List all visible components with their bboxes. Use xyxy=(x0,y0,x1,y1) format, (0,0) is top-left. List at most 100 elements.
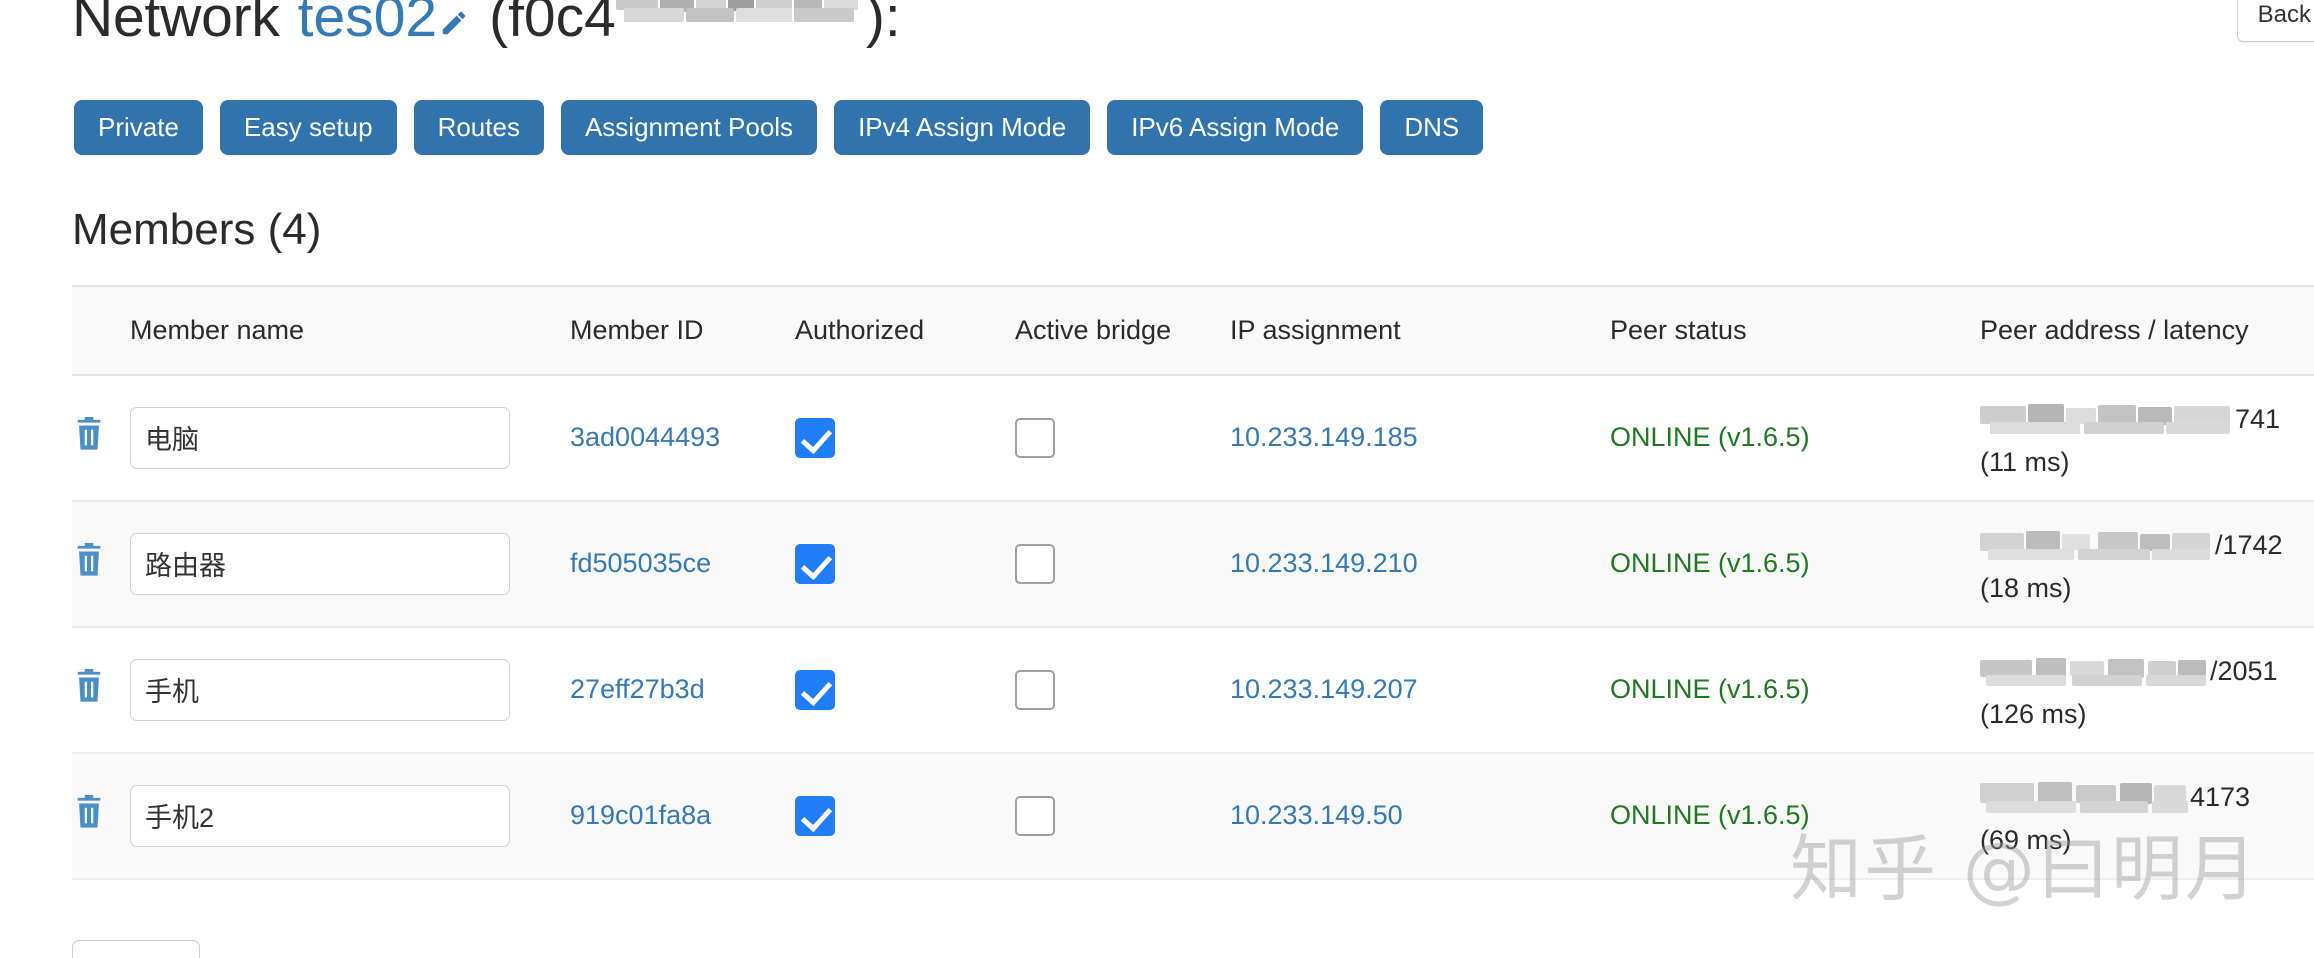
peer-latency: (69 ms) xyxy=(1980,825,2072,856)
page-title: Network tes02 ( f0c4 ): xyxy=(72,0,901,50)
ip-assignment-link[interactable]: 10.233.149.185 xyxy=(1230,422,1418,452)
column-header-authorized: Authorized xyxy=(795,285,1015,376)
table-row: 27eff27b3d 10.233.149.207 ONLINE (v1.6.5… xyxy=(72,626,2314,754)
cell-delete xyxy=(72,752,130,880)
cell-authorized xyxy=(795,752,1015,880)
peer-address-redacted xyxy=(1980,402,2235,436)
cell-authorized xyxy=(795,374,1015,502)
cell-active-bridge xyxy=(1015,500,1230,628)
cell-active-bridge xyxy=(1015,752,1230,880)
member-name-input[interactable] xyxy=(130,406,510,469)
cell-peer-address: 741 (11 ms) xyxy=(1980,374,2314,502)
member-id-link[interactable]: 3ad0044493 xyxy=(570,422,720,452)
peer-latency: (11 ms) xyxy=(1980,447,2070,478)
cell-peer-status: ONLINE (v1.6.5) xyxy=(1610,752,1980,880)
tag-button-ipv4-assign-mode[interactable]: IPv4 Assign Mode xyxy=(834,100,1091,155)
authorized-checkbox[interactable] xyxy=(795,795,835,836)
pencil-icon[interactable] xyxy=(439,8,469,38)
cell-member-id: 27eff27b3d xyxy=(570,626,795,754)
cell-member-id: 919c01fa8a xyxy=(570,752,795,880)
peer-address-redacted xyxy=(1980,528,2215,562)
peer-status-text: ONLINE (v1.6.5) xyxy=(1610,422,1810,453)
cell-peer-status: ONLINE (v1.6.5) xyxy=(1610,626,1980,754)
network-tag-buttons: Private Easy setup Routes Assignment Poo… xyxy=(74,100,1484,155)
cell-ip-assignment: 10.233.149.50 xyxy=(1230,752,1610,880)
members-table: Member name Member ID Authorized Active … xyxy=(72,285,2314,880)
add-member-button[interactable] xyxy=(72,940,200,958)
tag-button-routes[interactable]: Routes xyxy=(413,100,544,155)
cell-member-name xyxy=(130,752,570,880)
column-header-delete xyxy=(72,285,130,376)
trash-icon[interactable] xyxy=(72,415,106,453)
trash-icon[interactable] xyxy=(72,667,106,705)
peer-address-redacted xyxy=(1980,780,2190,814)
page-title-prefix: Network xyxy=(72,0,280,49)
tag-button-dns[interactable]: DNS xyxy=(1380,100,1484,155)
cell-authorized xyxy=(795,500,1015,628)
tag-button-ipv6-assign-mode[interactable]: IPv6 Assign Mode xyxy=(1107,100,1364,155)
active-bridge-checkbox[interactable] xyxy=(1015,795,1055,836)
tag-button-private[interactable]: Private xyxy=(74,100,203,155)
table-header-row: Member name Member ID Authorized Active … xyxy=(72,285,2314,376)
cell-delete xyxy=(72,626,130,754)
member-name-input[interactable] xyxy=(130,532,510,595)
member-name-input[interactable] xyxy=(130,784,510,847)
tag-button-assignment-pools[interactable]: Assignment Pools xyxy=(560,100,818,155)
peer-address-port: /1742 xyxy=(2215,529,2283,560)
cell-member-id: fd505035ce xyxy=(570,500,795,628)
cell-peer-address: 4173 (69 ms) xyxy=(1980,752,2314,880)
active-bridge-checkbox[interactable] xyxy=(1015,669,1055,710)
peer-address-redacted xyxy=(1980,654,2210,688)
member-name-input[interactable] xyxy=(130,658,510,721)
table-row: 3ad0044493 10.233.149.185 ONLINE (v1.6.5… xyxy=(72,374,2314,502)
members-table-wrapper: Member name Member ID Authorized Active … xyxy=(72,285,2314,880)
members-table-body: 3ad0044493 10.233.149.185 ONLINE (v1.6.5… xyxy=(72,374,2314,880)
column-header-peer-status: Peer status xyxy=(1610,285,1980,376)
column-header-member-id: Member ID xyxy=(570,285,795,376)
table-row: fd505035ce 10.233.149.210 ONLINE (v1.6.5… xyxy=(72,500,2314,628)
peer-status-text: ONLINE (v1.6.5) xyxy=(1610,674,1810,705)
peer-status-text: ONLINE (v1.6.5) xyxy=(1610,800,1810,831)
active-bridge-checkbox[interactable] xyxy=(1015,543,1055,584)
trash-icon[interactable] xyxy=(72,793,106,831)
cell-member-id: 3ad0044493 xyxy=(570,374,795,502)
active-bridge-checkbox[interactable] xyxy=(1015,417,1055,458)
cell-authorized xyxy=(795,626,1015,754)
column-header-ip-assignment: IP assignment xyxy=(1230,285,1610,376)
network-id-redacted xyxy=(615,0,866,28)
tag-button-easy-setup[interactable]: Easy setup xyxy=(219,100,397,155)
cell-delete xyxy=(72,500,130,628)
cell-member-name xyxy=(130,626,570,754)
cell-active-bridge xyxy=(1015,374,1230,502)
cell-peer-status: ONLINE (v1.6.5) xyxy=(1610,374,1980,502)
network-id-visible: f0c4 xyxy=(508,0,616,49)
member-id-link[interactable]: fd505035ce xyxy=(570,548,711,578)
authorized-checkbox[interactable] xyxy=(795,417,835,458)
ip-assignment-link[interactable]: 10.233.149.210 xyxy=(1230,548,1418,578)
cell-peer-status: ONLINE (v1.6.5) xyxy=(1610,500,1980,628)
authorized-checkbox[interactable] xyxy=(795,669,835,710)
member-id-link[interactable]: 27eff27b3d xyxy=(570,674,705,704)
members-table-head: Member name Member ID Authorized Active … xyxy=(72,285,2314,376)
members-heading: Members (4) xyxy=(72,205,322,254)
column-header-active-bridge: Active bridge xyxy=(1015,285,1230,376)
peer-address-port: 4173 xyxy=(2190,781,2251,812)
authorized-checkbox[interactable] xyxy=(795,543,835,584)
ip-assignment-link[interactable]: 10.233.149.50 xyxy=(1230,800,1403,830)
peer-address-port: 741 xyxy=(2235,403,2281,434)
ip-assignment-link[interactable]: 10.233.149.207 xyxy=(1230,674,1418,704)
table-row: 919c01fa8a 10.233.149.50 ONLINE (v1.6.5) xyxy=(72,752,2314,880)
member-id-link[interactable]: 919c01fa8a xyxy=(570,800,711,830)
cell-peer-address: /2051 (126 ms) xyxy=(1980,626,2314,754)
cell-delete xyxy=(72,374,130,502)
peer-latency: (126 ms) xyxy=(1980,699,2087,730)
cell-active-bridge xyxy=(1015,626,1230,754)
peer-address-line: /1742 xyxy=(1980,523,2314,567)
peer-address-line: /2051 xyxy=(1980,649,2314,693)
network-name-link[interactable]: tes02 xyxy=(298,0,437,50)
peer-status-text: ONLINE (v1.6.5) xyxy=(1610,548,1810,579)
peer-address-port: /2051 xyxy=(2210,655,2278,686)
cell-member-name xyxy=(130,374,570,502)
trash-icon[interactable] xyxy=(72,541,106,579)
back-button[interactable]: Back xyxy=(2236,0,2314,42)
